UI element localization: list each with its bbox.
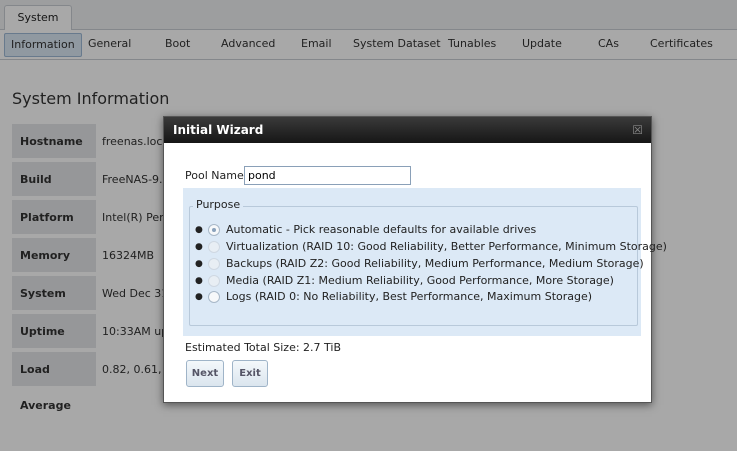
initial-wizard-dialog: Initial Wizard ☒ Pool Name: Purpose ● Au… [163,116,667,403]
estimated-size-text: Estimated Total Size: 2.7 TiB [185,341,342,354]
radio-button[interactable] [208,258,220,270]
option-label: Logs (RAID 0: No Reliability, Best Perfo… [226,290,593,303]
bullet-icon: ● [195,242,203,252]
option-label: Virtualization (RAID 10: Good Reliabilit… [226,240,667,253]
close-icon[interactable]: ☒ [632,117,643,143]
radio-button[interactable] [208,275,220,287]
pool-name-input[interactable] [244,166,411,185]
bullet-icon: ● [195,225,203,235]
purpose-legend: Purpose [193,198,244,211]
dialog-title: Initial Wizard [173,123,264,137]
exit-button[interactable]: Exit [232,360,268,387]
next-button[interactable]: Next [186,360,224,387]
radio-button[interactable] [208,241,220,253]
dialog-title-bar: Initial Wizard ☒ [164,117,651,143]
bullet-icon: ● [195,292,203,302]
bullet-icon: ● [195,259,203,269]
radio-button[interactable] [208,224,220,236]
pool-name-label: Pool Name: [185,169,248,182]
option-label: Backups (RAID Z2: Good Reliability, Medi… [226,257,644,270]
option-label: Automatic - Pick reasonable defaults for… [226,223,537,236]
radio-button[interactable] [208,291,220,303]
bullet-icon: ● [195,276,203,286]
option-label: Media (RAID Z1: Medium Reliability, Good… [226,274,614,287]
